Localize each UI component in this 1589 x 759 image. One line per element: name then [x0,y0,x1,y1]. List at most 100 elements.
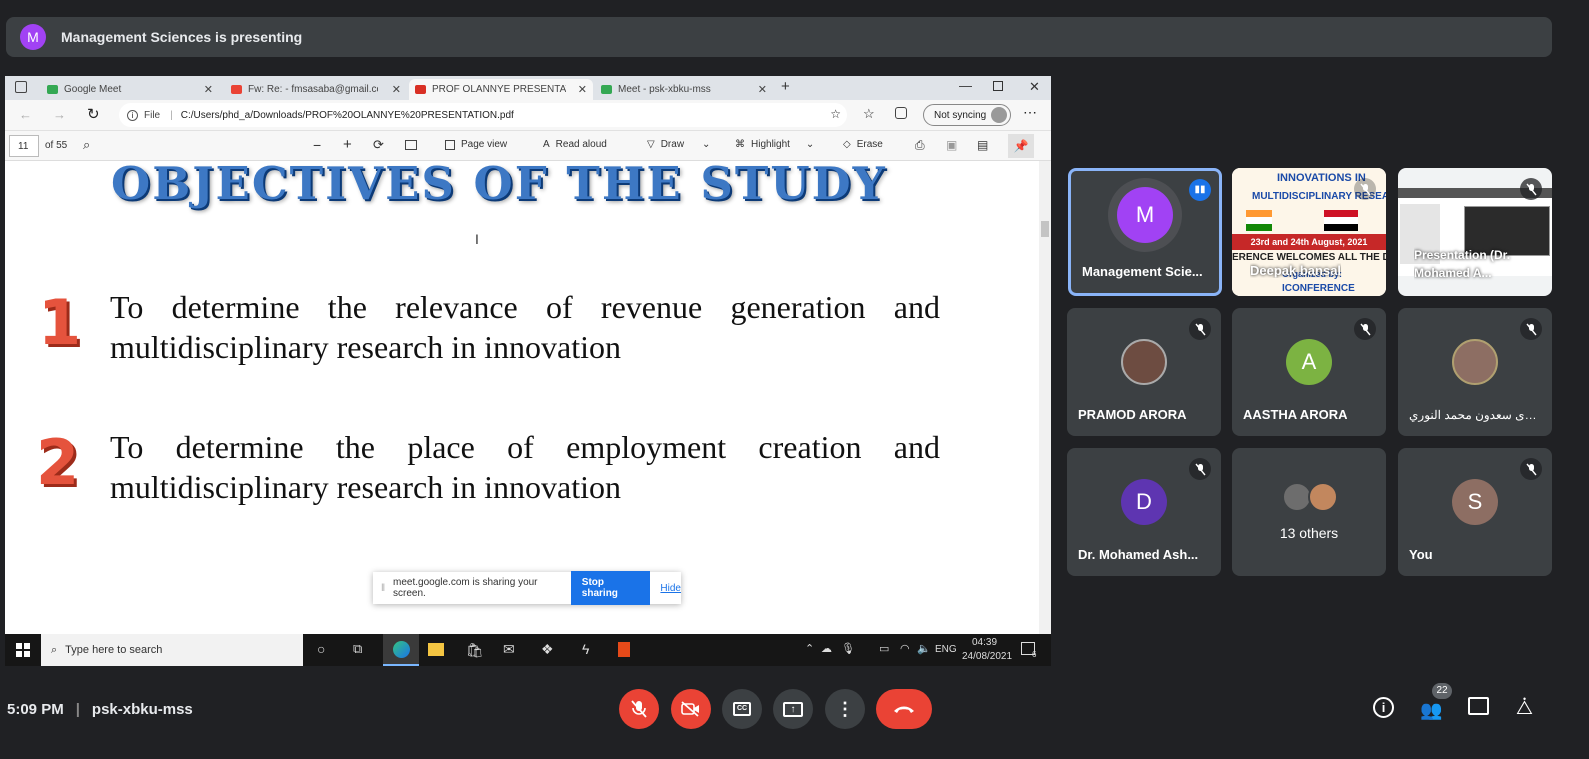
tab-pdf[interactable]: PROF OLANNYE PRESENTATION ✕ [409,79,593,100]
participant-tile-management[interactable]: M ▮▮ Management Scie... [1068,168,1222,296]
participant-tile-bushra[interactable]: بشرى سعدون محمد النوري [1398,308,1552,436]
participant-tile-you[interactable]: S You [1398,448,1552,576]
participant-tile-dr-mohamed[interactable]: D Dr. Mohamed Ash... [1067,448,1221,576]
forward-icon[interactable]: → [53,107,66,122]
avatar: A [1286,338,1332,385]
meeting-code: psk-xbku-mss [91,701,193,718]
pdf-toolbar: 11 of 55 ⌕ − + ⟳ Page view A Read aloud ▽… [5,131,1051,161]
page-total: of 55 [45,140,68,151]
read-aloud-label: Read aloud [555,139,607,150]
collections-icon[interactable] [895,107,907,119]
hide-link[interactable]: Hide [660,583,681,594]
favorite-add-icon[interactable]: ☆ [830,107,841,121]
fit-page-icon[interactable] [405,140,417,150]
tab-meet-call[interactable]: Meet - psk-xbku-mss ✕ [595,79,773,100]
notification-count: 6 [1032,650,1037,659]
zoom-out-icon[interactable]: − [313,137,321,153]
muted-icon [1189,458,1211,480]
microphone-toggle-button[interactable] [619,689,659,729]
meeting-details-icon[interactable]: i [1373,697,1394,718]
captions-button[interactable]: CC [722,689,762,729]
participant-name: Dr. Mohamed Ash... [1078,547,1199,562]
close-icon[interactable]: ✕ [758,83,767,96]
edge-icon[interactable] [383,634,419,666]
page-view-button[interactable]: Page view [445,139,507,150]
read-aloud-button[interactable]: A Read aloud [543,139,607,150]
profile-sync-button[interactable]: Not syncing [923,104,1011,126]
banner-line: ICONFERENCE [1282,283,1355,294]
zoom-in-icon[interactable]: + [343,136,352,153]
language-indicator[interactable]: ENG [935,644,957,655]
present-button[interactable]: ↑ [773,689,813,729]
tab-google-meet[interactable]: Google Meet ✕ [41,79,219,100]
tab-label: Meet - psk-xbku-mss [618,84,711,95]
tab-label: Google Meet [64,84,122,95]
clock-time[interactable]: 04:39 [972,637,997,648]
camera-toggle-button[interactable] [671,689,711,729]
close-icon[interactable]: ✕ [392,83,401,96]
dropbox-icon[interactable]: ❖ [541,641,554,658]
highlight-button[interactable]: ⌘ Highlight ⌄ [735,139,814,150]
leave-call-button[interactable] [876,689,932,729]
rotate-icon[interactable]: ⟳ [373,137,384,153]
tab-actions-icon[interactable] [15,81,27,93]
minimize-icon[interactable]: — [959,78,972,93]
chat-icon[interactable] [1468,697,1489,720]
cloud-icon: ☁ [821,643,832,655]
chevron-down-icon[interactable]: ⌄ [702,139,710,150]
favorites-icon[interactable]: ☆ [863,106,875,122]
muted-icon [1520,178,1542,200]
page-number-input[interactable]: 11 [9,135,39,157]
info-icon: i [127,109,138,121]
pin-toolbar-icon[interactable]: 📌 [1008,134,1034,158]
mail-icon[interactable]: ✉ [503,641,515,658]
windows-taskbar: ⌕ Type here to search ○ ⧉ 🛍 ✉ ❖ ϟ ⌃ ☁ 🎙 ▭… [5,634,1051,666]
erase-button[interactable]: ◇ Erase [843,139,883,150]
draw-button[interactable]: ▽ Draw ⌄ [647,139,710,150]
objective-number: 1 [38,286,82,359]
cortana-icon[interactable]: ○ [317,641,325,657]
pdf-scrollbar[interactable] [1039,161,1051,634]
office-icon[interactable] [618,642,630,657]
tab-gmail[interactable]: Fw: Re: - fmsasaba@gmail.com - ✕ [225,79,407,100]
more-options-button[interactable]: ⋮ [825,689,865,729]
app-icon[interactable]: ϟ [582,641,589,657]
refresh-icon[interactable]: ↻ [87,105,100,123]
wifi-icon: ◠ [900,643,910,655]
participant-name: You [1409,547,1433,562]
new-tab-icon[interactable]: + [781,78,790,95]
avatar [1121,338,1167,385]
stop-sharing-button[interactable]: Stop sharing [570,571,651,605]
more-icon[interactable]: ⋯ [1023,104,1037,121]
participant-tile-pramod[interactable]: PRAMOD ARORA [1067,308,1221,436]
store-icon[interactable]: 🛍 [466,642,484,659]
clock-date[interactable]: 24/08/2021 [962,651,1012,662]
participant-tile-others[interactable]: 13 others [1232,448,1386,576]
windows-start-icon[interactable] [16,643,30,657]
chevron-down-icon[interactable]: ⌄ [806,139,814,150]
save-as-icon[interactable]: ▤ [977,138,988,152]
search-icon[interactable]: ⌕ [83,137,90,153]
activities-icon[interactable]: ⧊ [1516,698,1533,720]
tray-chevron-icon[interactable]: ⌃ [805,642,814,655]
participant-tile-aastha[interactable]: A AASTHA ARORA [1232,308,1386,436]
print-icon[interactable]: ⎙ [915,138,925,153]
microphone-icon: 🎙 [841,643,855,655]
drag-handle-icon[interactable]: ‖ [381,583,385,594]
restore-icon[interactable] [993,81,1003,91]
save-icon[interactable]: ▣ [946,138,957,152]
back-icon[interactable]: ← [19,107,32,122]
people-icon[interactable]: 👥 [1420,700,1442,721]
task-view-icon[interactable]: ⧉ [353,641,362,657]
taskbar-search-field[interactable]: ⌕ Type here to search [41,634,303,666]
url-field[interactable]: i File | C:/Users/phd_a/Downloads/PROF%2… [119,103,847,127]
participant-tile-presentation[interactable]: Presentation (Dr. Mohamed A... [1398,168,1552,296]
participant-tile-deepak[interactable]: INNOVATIONS IN MULTIDISCIPLINARY RESEA 2… [1232,168,1386,296]
file-label: File [144,109,161,121]
close-window-icon[interactable]: ✕ [1029,79,1040,95]
mic-off-icon [631,700,647,718]
text-cursor-icon: I [475,231,479,247]
file-explorer-icon[interactable] [428,643,444,656]
close-icon[interactable]: ✕ [578,83,587,96]
close-icon[interactable]: ✕ [204,83,213,96]
